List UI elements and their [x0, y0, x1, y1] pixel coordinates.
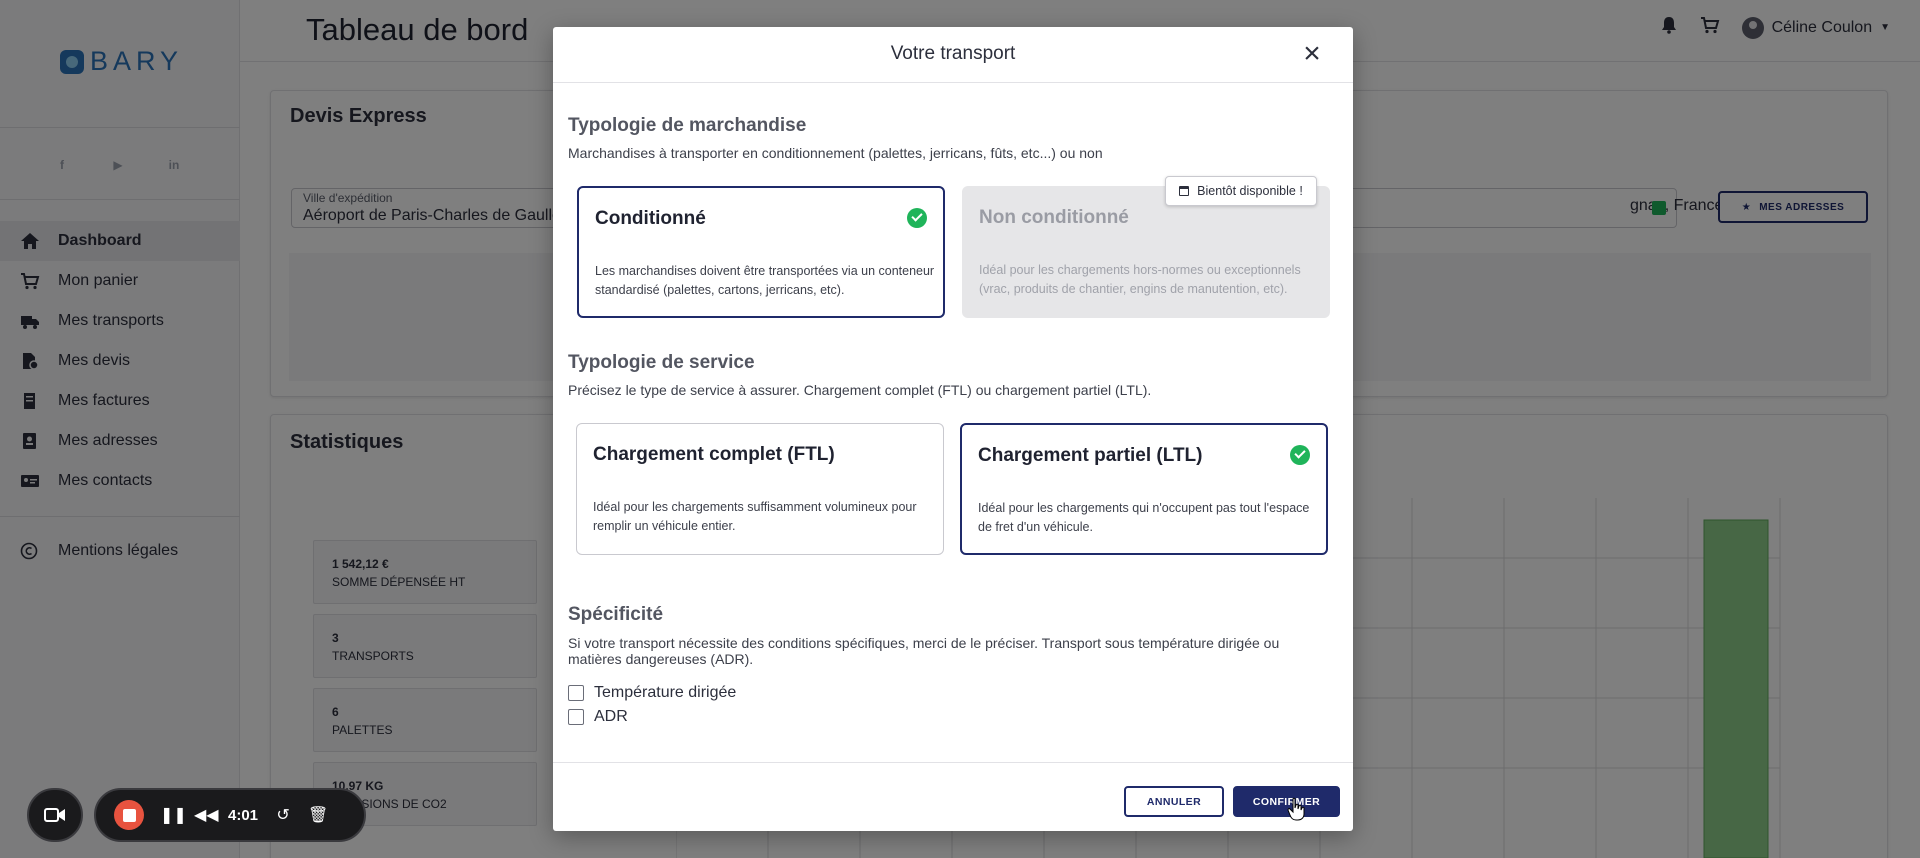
video-camera-icon — [44, 808, 65, 822]
cancel-button[interactable]: ANNULER — [1124, 786, 1224, 817]
stop-record-button[interactable] — [114, 800, 144, 830]
option-packaged[interactable]: Conditionné Les marchandises doivent êtr… — [577, 186, 945, 318]
rewind-icon[interactable]: ◀◀ — [194, 805, 219, 825]
coming-soon-badge: Bientôt disponible ! — [1165, 176, 1317, 206]
adr-checkbox[interactable] — [568, 709, 584, 725]
checkbox-label: ADR — [594, 708, 628, 725]
option-ltl[interactable]: Chargement partiel (LTL) Idéal pour les … — [960, 423, 1328, 555]
hand-cursor-icon — [1287, 797, 1305, 821]
restart-icon[interactable]: ↺ — [274, 805, 292, 825]
goods-section-description: Marchandises à transporter en conditionn… — [568, 145, 1103, 161]
recorder-controls: ❚❚ ◀◀ 4:01 ↺ 🗑 — [94, 788, 366, 842]
option-description: Les marchandises doivent être transporté… — [595, 264, 935, 297]
goods-section-title: Typologie de marchandise — [568, 115, 807, 136]
option-description: Idéal pour les chargements hors-normes o… — [979, 263, 1301, 296]
service-section-description: Précisez le type de service à assurer. C… — [568, 382, 1152, 398]
check-circle-icon — [907, 208, 927, 228]
option-description: Idéal pour les chargements qui n'occupen… — [978, 501, 1310, 534]
modal-title: Votre transport — [890, 43, 1016, 64]
modal-header: Votre transport × — [553, 27, 1353, 83]
checkbox-label: Température dirigée — [594, 684, 737, 701]
option-title: Chargement partiel (LTL) — [978, 445, 1203, 466]
close-icon[interactable]: × — [1297, 39, 1327, 70]
option-title: Conditionné — [595, 208, 706, 229]
specificity-section-description: Si votre transport nécessite des conditi… — [568, 635, 1280, 667]
camera-toggle[interactable] — [27, 788, 83, 842]
recording-time: 4:01 — [228, 806, 259, 824]
service-section-title: Typologie de service — [568, 352, 755, 373]
option-description: Idéal pour les chargements suffisamment … — [593, 500, 917, 533]
adr-checkbox-row[interactable]: ADR — [568, 708, 628, 726]
option-title: Non conditionné — [979, 207, 1129, 228]
pause-icon[interactable]: ❚❚ — [160, 805, 187, 825]
modal-footer: ANNULER CONFIRMER — [553, 762, 1353, 831]
check-circle-icon — [1290, 445, 1310, 465]
transport-modal: Votre transport × Typologie de marchandi… — [553, 27, 1353, 831]
calendar-icon — [1179, 186, 1190, 196]
option-title: Chargement complet (FTL) — [593, 444, 835, 465]
specificity-section-title: Spécificité — [568, 604, 664, 625]
option-ftl[interactable]: Chargement complet (FTL) Idéal pour les … — [576, 423, 944, 555]
badge-label: Bientôt disponible ! — [1197, 184, 1303, 198]
trash-icon[interactable]: 🗑 — [308, 805, 328, 825]
temperature-checkbox-row[interactable]: Température dirigée — [568, 684, 736, 702]
temperature-checkbox[interactable] — [568, 685, 584, 701]
